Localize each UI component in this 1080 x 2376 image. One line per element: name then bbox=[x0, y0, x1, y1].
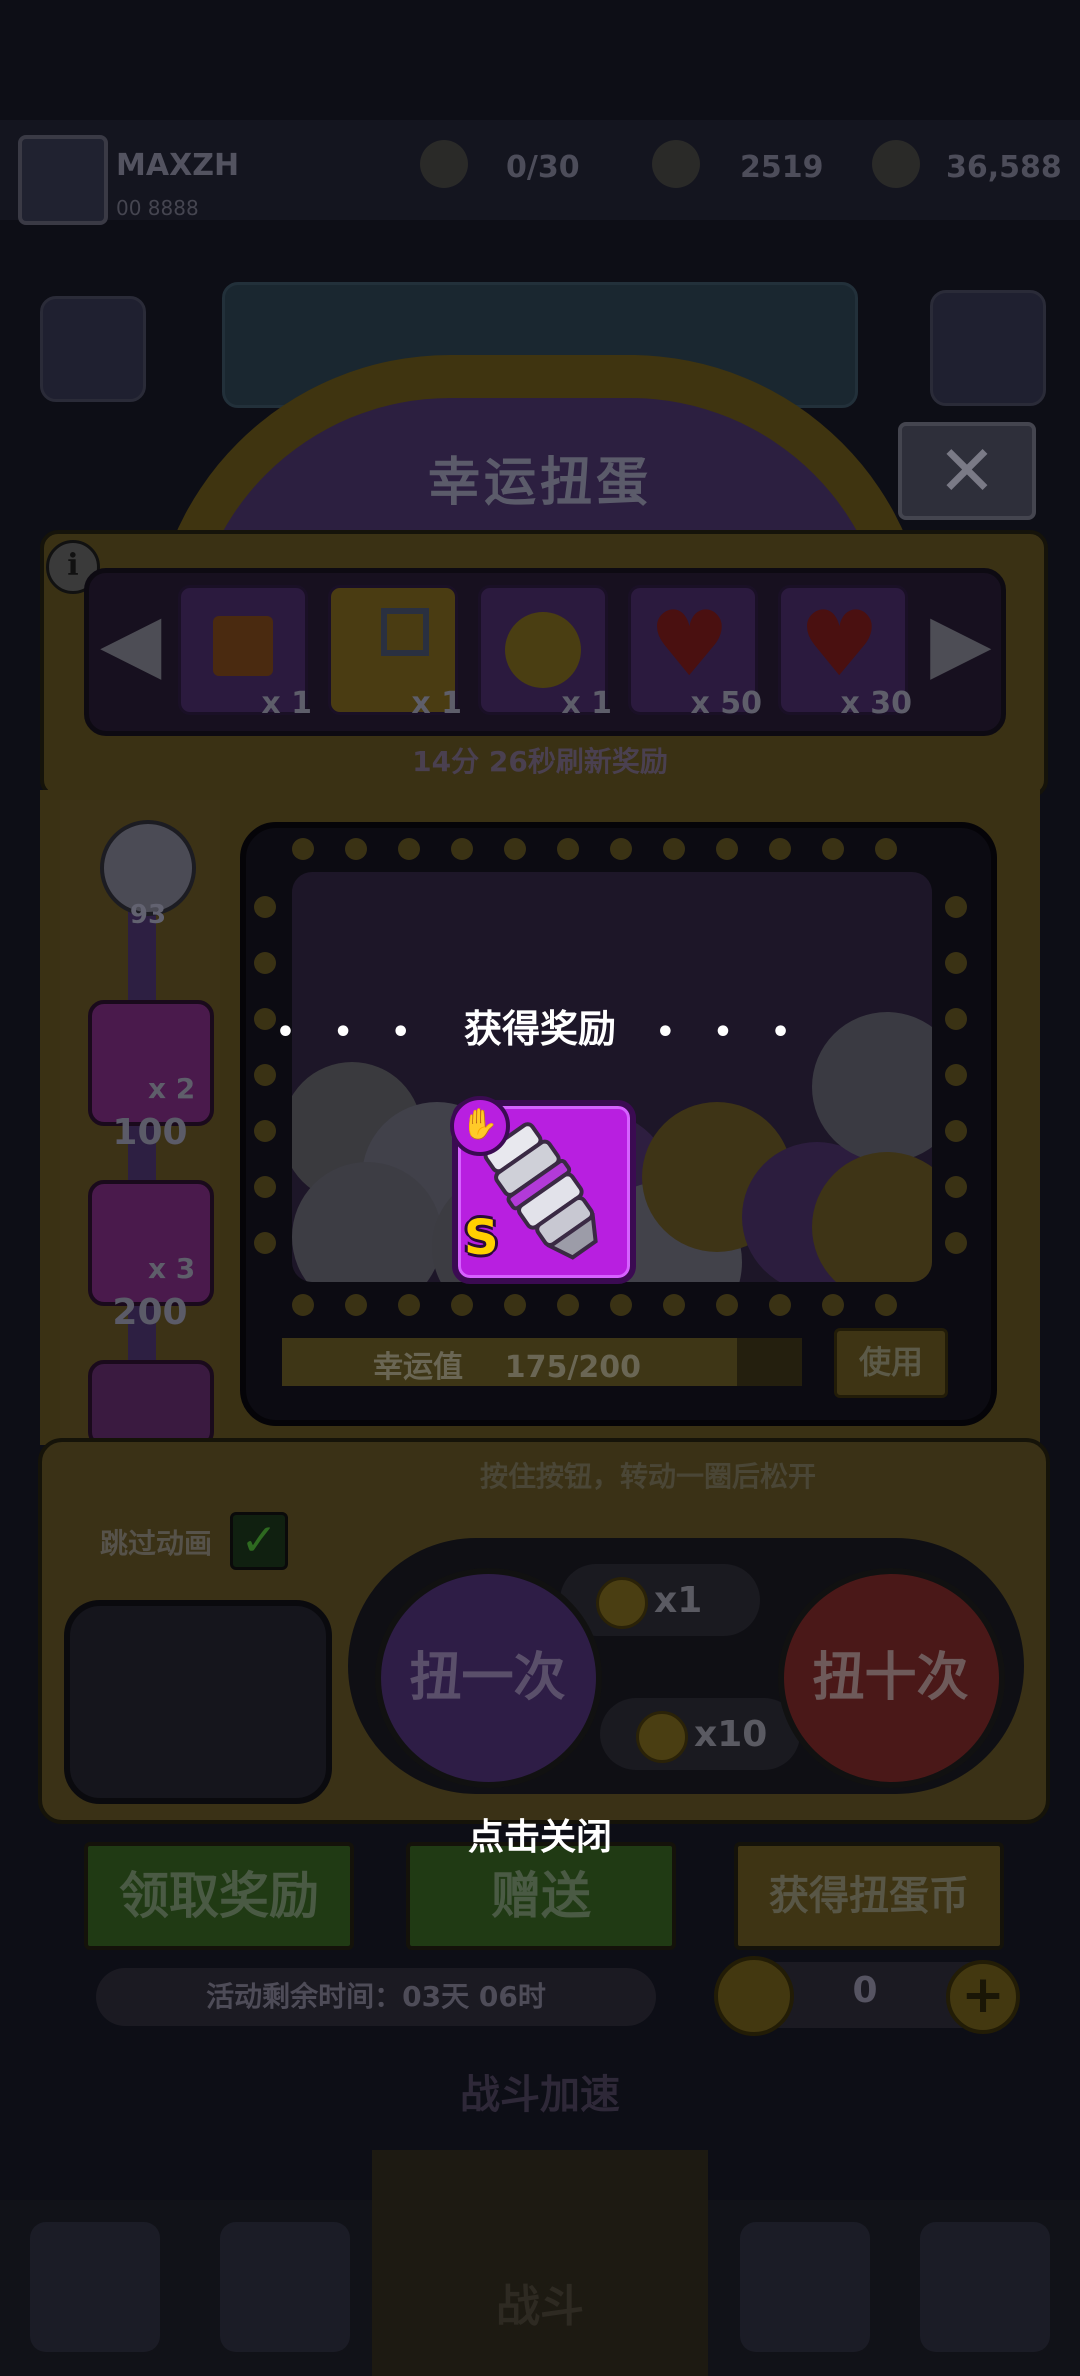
window-light-dot bbox=[945, 1064, 967, 1086]
reward-count: x 1 bbox=[411, 686, 462, 721]
arrow-right-icon[interactable]: ▶ bbox=[930, 598, 992, 688]
window-light-dot bbox=[610, 838, 632, 860]
window-light-dot bbox=[345, 838, 367, 860]
use-button[interactable]: 使用 bbox=[834, 1328, 948, 1398]
window-light-dot bbox=[610, 1294, 632, 1316]
menu-button[interactable] bbox=[40, 296, 146, 402]
window-light-dot bbox=[254, 1064, 276, 1086]
gem-stat: 2519 bbox=[740, 150, 824, 185]
key-icon bbox=[381, 608, 429, 656]
reward-popup-header: • • • 获得奖励 • • • bbox=[0, 998, 1080, 1053]
window-light-dot bbox=[398, 1294, 420, 1316]
nav-battle-label: 战斗 bbox=[496, 2281, 584, 2332]
refresh-timer: 14分 26秒刷新奖励 bbox=[412, 745, 668, 778]
window-light-dot bbox=[504, 838, 526, 860]
window-light-dot bbox=[451, 1294, 473, 1316]
window-light-dot bbox=[945, 1232, 967, 1254]
coin-balance: 0 bbox=[852, 1970, 878, 2011]
reward-count: x 50 bbox=[690, 686, 762, 721]
window-light-dot bbox=[398, 838, 420, 860]
nav-evolve-icon[interactable] bbox=[920, 2222, 1050, 2352]
window-light-dot bbox=[945, 1120, 967, 1142]
grade-badge: S bbox=[464, 1210, 499, 1266]
window-light-dot bbox=[254, 1120, 276, 1142]
nav-equipment-icon[interactable] bbox=[220, 2222, 350, 2352]
skip-animation-checkbox[interactable]: ✓ bbox=[230, 1512, 288, 1570]
reward-count: x 30 bbox=[840, 686, 912, 721]
nav-shop-icon[interactable] bbox=[30, 2222, 160, 2352]
window-light-dot bbox=[254, 1232, 276, 1254]
window-light-dot bbox=[663, 838, 685, 860]
gem-icon bbox=[652, 140, 700, 188]
milestone-value: 200 bbox=[112, 1292, 188, 1333]
skip-animation-label: 跳过动画 bbox=[100, 1527, 213, 1560]
glove-icon: ✋ bbox=[450, 1096, 510, 1156]
gold-coin-icon bbox=[505, 612, 581, 688]
close-icon[interactable]: ✕ bbox=[898, 422, 1036, 520]
reward-count: x 1 bbox=[561, 686, 612, 721]
battle-accelerate-label: 战斗加速 bbox=[460, 2072, 620, 2118]
window-light-dot bbox=[504, 1294, 526, 1316]
decor-dots: • • • bbox=[275, 1015, 425, 1050]
player-id: 00 8888 bbox=[116, 196, 199, 220]
window-light-dot bbox=[945, 1176, 967, 1198]
window-light-dot bbox=[451, 838, 473, 860]
window-light-dot bbox=[254, 952, 276, 974]
spin-once-label: 扭一次 bbox=[409, 1648, 566, 1708]
window-light-dot bbox=[822, 1294, 844, 1316]
reward-popup-title: 获得奖励 bbox=[463, 1007, 616, 1051]
window-light-dot bbox=[822, 838, 844, 860]
window-light-dot bbox=[292, 1294, 314, 1316]
prize-slot bbox=[64, 1600, 332, 1804]
event-icon-button[interactable] bbox=[930, 290, 1046, 406]
window-light-dot bbox=[716, 1294, 738, 1316]
window-light-dot bbox=[254, 896, 276, 918]
energy-stat: 0/30 bbox=[506, 150, 580, 185]
window-light-dot bbox=[769, 1294, 791, 1316]
milestone-count: x 3 bbox=[148, 1252, 196, 1285]
decor-dots: • • • bbox=[655, 1015, 805, 1050]
window-light-dot bbox=[875, 838, 897, 860]
cost-once: x1 bbox=[654, 1580, 703, 1621]
window-light-dot bbox=[716, 838, 738, 860]
milestone-chest[interactable] bbox=[88, 1360, 214, 1448]
window-light-dot bbox=[254, 1176, 276, 1198]
reward-count: x 1 bbox=[261, 686, 312, 721]
player-name: MAXZH bbox=[116, 148, 240, 183]
window-light-dot bbox=[557, 838, 579, 860]
heart-icon: ♥ bbox=[799, 592, 880, 697]
spin-hint: 按住按钮，转动一圈后松开 bbox=[480, 1460, 817, 1493]
gold-icon bbox=[872, 140, 920, 188]
event-remaining-time: 活动剩余时间：03天 06时 bbox=[96, 1968, 656, 2026]
window-light-dot bbox=[345, 1294, 367, 1316]
milestone-gift-200[interactable] bbox=[88, 1180, 214, 1306]
nav-talent-icon[interactable] bbox=[740, 2222, 870, 2352]
window-light-dot bbox=[292, 838, 314, 860]
milestone-count: x 2 bbox=[148, 1072, 196, 1105]
window-light-dot bbox=[557, 1294, 579, 1316]
gacha-coin-icon bbox=[636, 1711, 688, 1763]
gift-box-icon bbox=[213, 616, 273, 676]
window-light-dot bbox=[945, 952, 967, 974]
progress-value: 93 bbox=[129, 900, 167, 930]
window-light-dot bbox=[769, 838, 791, 860]
gacha-coin-icon bbox=[596, 1577, 648, 1629]
heart-icon: ♥ bbox=[649, 592, 730, 697]
luck-text: 幸运值 175/200 bbox=[373, 1350, 641, 1385]
energy-icon bbox=[420, 140, 468, 188]
milestone-value: 100 bbox=[112, 1112, 188, 1153]
gold-stat: 36,588 bbox=[946, 150, 1062, 185]
add-coins-button[interactable]: + bbox=[946, 1960, 1020, 2034]
window-light-dot bbox=[663, 1294, 685, 1316]
spin-ten-label: 扭十次 bbox=[812, 1648, 969, 1708]
nav-battle[interactable]: 战斗 bbox=[372, 2150, 708, 2376]
tap-to-close[interactable]: 点击关闭 bbox=[0, 1808, 1080, 1860]
arrow-left-icon[interactable]: ◀ bbox=[100, 598, 162, 688]
avatar[interactable] bbox=[18, 135, 108, 225]
window-light-dot bbox=[945, 896, 967, 918]
window-light-dot bbox=[875, 1294, 897, 1316]
cost-ten: x10 bbox=[694, 1714, 768, 1755]
